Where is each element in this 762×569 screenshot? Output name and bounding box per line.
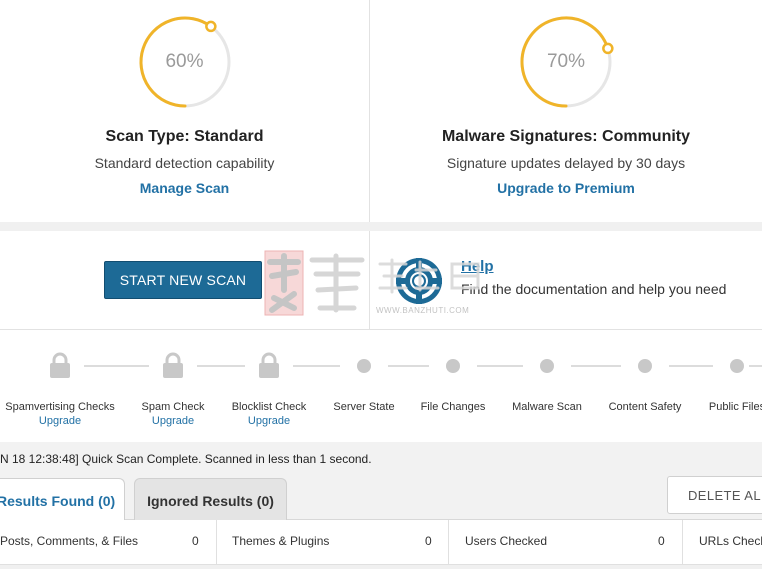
stat-value: 0 xyxy=(658,534,665,548)
scan-summary-row: 60% Scan Type: Standard Standard detecti… xyxy=(0,0,762,222)
step-spam-check-label: Spam Check xyxy=(141,401,205,413)
step-server-state-label: Server State xyxy=(333,401,395,413)
step-status-dot xyxy=(357,359,371,373)
step-blocklist-check-label: Blocklist Check xyxy=(231,401,307,413)
tab-ignored-results-label: Ignored Results (0) xyxy=(147,493,274,509)
scan-type-subtitle: Standard detection capability xyxy=(94,155,275,171)
lifebuoy-icon xyxy=(396,258,442,304)
help-link[interactable]: Help xyxy=(461,258,494,275)
help-description: Find the documentation and help you need xyxy=(461,281,727,297)
upgrade-premium-link[interactable]: Upgrade to Premium xyxy=(370,180,762,196)
results-stats-row: Posts, Comments, & Files 0 Themes & Plug… xyxy=(0,520,762,569)
step-status-dot xyxy=(730,359,744,373)
scan-type-progress-ring: 60% xyxy=(137,14,233,110)
section-gap xyxy=(0,222,762,231)
signatures-subtitle: Signature updates delayed by 30 days xyxy=(446,155,686,171)
stats-bottom-edge xyxy=(0,564,762,569)
delete-all-button[interactable]: DELETE ALL xyxy=(667,476,762,514)
tab-results-found-label: Results Found (0) xyxy=(0,493,116,509)
signatures-title: Malware Signatures: Community xyxy=(441,128,691,145)
step-status-dot xyxy=(540,359,554,373)
lock-icon xyxy=(163,352,183,378)
step-spamvertising-checks-upgrade-link[interactable]: Upgrade xyxy=(39,415,81,427)
stat-value: 0 xyxy=(192,534,199,548)
step-status-dot xyxy=(638,359,652,373)
step-spamvertising-checks-label: Spamvertising Checks xyxy=(5,401,115,413)
step-connector-line xyxy=(197,365,245,367)
scan-type-card: 60% Scan Type: Standard Standard detecti… xyxy=(0,0,370,222)
step-connector-line xyxy=(293,365,340,367)
step-blocklist-check-upgrade-link[interactable]: Upgrade xyxy=(248,415,290,427)
stat-themes-plugins: Themes & Plugins 0 xyxy=(217,520,449,565)
step-connector-line xyxy=(388,365,429,367)
signatures-card: 70% Malware Signatures: Community Signat… xyxy=(370,0,762,222)
stat-urls-checked: URLs Checked xyxy=(683,520,762,565)
step-connector-line xyxy=(477,365,523,367)
tab-results-found[interactable]: Results Found (0) xyxy=(0,478,125,522)
signatures-percent: 70% xyxy=(546,51,586,72)
lock-icon xyxy=(50,352,70,378)
stat-label: Users Checked xyxy=(465,534,548,548)
stat-label: URLs Checked xyxy=(699,534,762,548)
manage-scan-link[interactable]: Manage Scan xyxy=(0,180,369,196)
step-content-safety-label: Content Safety xyxy=(608,401,682,413)
step-connector-line xyxy=(749,365,762,367)
step-connector-line xyxy=(669,365,713,367)
start-new-scan-button[interactable]: START NEW SCAN xyxy=(104,261,262,299)
stat-value: 0 xyxy=(425,534,432,548)
stat-label: Posts, Comments, & Files xyxy=(0,534,139,548)
start-scan-panel: START NEW SCAN xyxy=(0,231,370,329)
step-public-files-label: Public Files xyxy=(708,401,762,413)
lock-icon xyxy=(259,352,279,378)
step-malware-scan-label: Malware Scan xyxy=(512,401,582,413)
scan-log-bar: N 18 12:38:48] Quick Scan Complete. Scan… xyxy=(0,442,762,476)
scan-steps-progress: Spamvertising Checks Upgrade Spam Check Upg… xyxy=(0,329,762,442)
scan-type-percent: 60% xyxy=(165,51,204,72)
stat-posts-comments-files: Posts, Comments, & Files 0 xyxy=(0,520,217,565)
step-file-changes-label: File Changes xyxy=(420,401,486,413)
step-status-dot xyxy=(446,359,460,373)
scan-log-message: N 18 12:38:48] Quick Scan Complete. Scan… xyxy=(0,452,372,466)
step-spam-check-upgrade-link[interactable]: Upgrade xyxy=(152,415,194,427)
help-panel: Help Find the documentation and help you… xyxy=(370,231,762,329)
tab-ignored-results[interactable]: Ignored Results (0) xyxy=(134,478,287,521)
step-connector-line xyxy=(84,365,149,367)
stat-label: Themes & Plugins xyxy=(232,534,330,548)
scan-type-title: Scan Type: Standard xyxy=(105,128,264,145)
step-connector-line xyxy=(571,365,621,367)
stat-users-checked: Users Checked 0 xyxy=(449,520,683,565)
actions-row: START NEW SCAN Help Find the documentati… xyxy=(0,231,762,329)
results-tabs: Results Found (0) Ignored Results (0) DE… xyxy=(0,476,762,522)
signatures-progress-ring: 70% xyxy=(518,14,614,110)
